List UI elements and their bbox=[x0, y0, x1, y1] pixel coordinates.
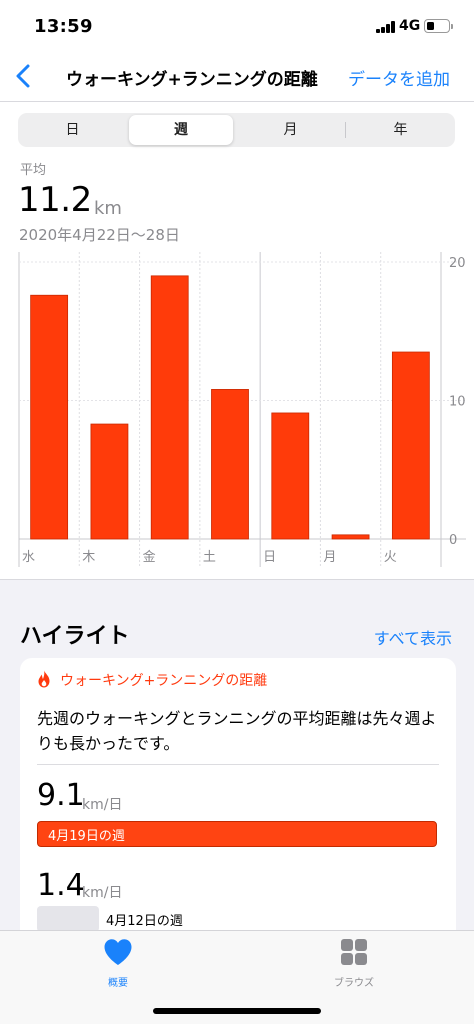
average-label: 平均 bbox=[20, 163, 47, 178]
page-title: ウォーキング+ランニングの距離 bbox=[66, 70, 318, 90]
chart-bar bbox=[30, 294, 69, 540]
x-tick-label: 水 bbox=[22, 550, 35, 565]
segment-month[interactable]: 月 bbox=[236, 113, 345, 147]
show-all-link[interactable]: すべて表示 bbox=[374, 625, 452, 649]
current-week-unit: km/日 bbox=[82, 797, 123, 813]
date-range: 2020年4月22日〜28日 bbox=[19, 226, 180, 244]
chart-bar bbox=[90, 423, 129, 540]
x-tick-label: 月 bbox=[323, 550, 336, 565]
y-tick-label: 10 bbox=[449, 395, 466, 410]
tab-summary[interactable]: 概要 bbox=[68, 936, 168, 990]
chart-bar bbox=[211, 389, 249, 540]
cellular-signal-icon bbox=[376, 21, 396, 33]
highlights-header: ハイライト bbox=[20, 624, 130, 649]
previous-week-label: 4月12日の週 bbox=[106, 914, 183, 929]
highlight-text: 先週のウォーキングとランニングの平均距離は先々週よりも長かったです。 bbox=[37, 709, 437, 753]
battery-icon bbox=[424, 19, 453, 33]
grid-icon bbox=[341, 939, 367, 965]
highlight-divider bbox=[37, 764, 439, 765]
chart-bar bbox=[331, 534, 370, 540]
status-bar: 13:59 4G bbox=[0, 0, 474, 50]
chart-bar bbox=[271, 412, 310, 540]
flame-icon bbox=[38, 670, 50, 688]
x-tick-label: 木 bbox=[82, 550, 95, 565]
add-data-button[interactable]: データを追加 bbox=[348, 65, 450, 90]
y-tick-label: 20 bbox=[449, 256, 466, 271]
distance-bar-chart[interactable]: 0 10 20 水 木 金 土 日 月 火 bbox=[0, 252, 474, 572]
y-tick-label: 0 bbox=[449, 533, 457, 548]
previous-week-unit: km/日 bbox=[82, 885, 123, 901]
tab-browse-label: ブラウズ bbox=[334, 978, 374, 989]
current-week-bar: 4月19日の週 bbox=[37, 821, 437, 847]
tab-summary-label: 概要 bbox=[108, 978, 128, 989]
back-button[interactable] bbox=[10, 60, 40, 92]
segment-day[interactable]: 日 bbox=[18, 113, 127, 147]
navigation-bar: ウォーキング+ランニングの距離 データを追加 bbox=[0, 50, 474, 102]
heart-icon bbox=[104, 939, 132, 965]
previous-week-value: 1.4 bbox=[37, 868, 85, 903]
current-week-label: 4月19日の週 bbox=[48, 829, 125, 844]
x-tick-label: 土 bbox=[203, 550, 216, 565]
highlight-card[interactable]: ウォーキング+ランニングの距離 先週のウォーキングとランニングの平均距離は先々週… bbox=[20, 658, 456, 948]
status-time: 13:59 bbox=[34, 16, 93, 37]
current-week-value: 9.1 bbox=[37, 778, 85, 813]
x-tick-label: 日 bbox=[263, 550, 276, 565]
previous-week-bar bbox=[37, 906, 99, 932]
health-app-screen: 13:59 4G ウォーキング+ランニングの距離 データを追加 日 週 月 年 … bbox=[0, 0, 474, 1024]
chart-bar bbox=[150, 275, 189, 540]
chevron-left-icon bbox=[16, 64, 30, 88]
tab-browse[interactable]: ブラウズ bbox=[304, 936, 404, 990]
average-unit: km bbox=[94, 198, 122, 219]
x-tick-label: 火 bbox=[384, 550, 397, 565]
home-indicator bbox=[153, 1008, 321, 1014]
chart-bar bbox=[391, 351, 430, 540]
segment-year[interactable]: 年 bbox=[346, 113, 455, 147]
highlight-category: ウォーキング+ランニングの距離 bbox=[60, 673, 268, 689]
network-type: 4G bbox=[399, 18, 421, 34]
x-tick-label: 金 bbox=[143, 549, 156, 565]
period-segmented-control: 日 週 月 年 bbox=[18, 113, 455, 147]
chart-svg: 0 10 20 水 木 金 土 日 月 火 bbox=[18, 252, 466, 567]
segment-week[interactable]: 週 bbox=[129, 115, 233, 145]
average-value: 11.2 bbox=[18, 180, 92, 220]
chart-section: 日 週 月 年 平均 11.2 km 2020年4月22日〜28日 0 10 20 水… bbox=[0, 102, 474, 580]
